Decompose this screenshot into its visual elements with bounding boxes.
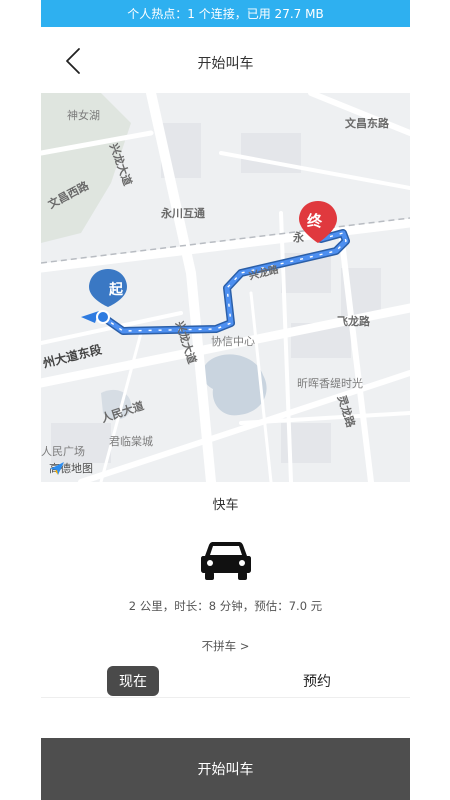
amap-logo: 高德地图: [49, 460, 93, 476]
map-label-shennvhu: 神女湖: [67, 109, 100, 122]
location-arrow-icon: [81, 310, 110, 324]
start-ride-button[interactable]: 开始叫车: [41, 738, 410, 800]
header: 开始叫车: [41, 27, 410, 93]
map-label-feilong-road: 飞龙路: [337, 315, 370, 328]
trip-info: 2 公里，时长：8 分钟，预估：7.0 元: [128, 599, 323, 613]
map-label-yong: 永: [293, 231, 304, 244]
app-frame: 个人热点：1 个连接，已用 27.7 MB 开始叫车 起 终 神女湖 文昌东路 …: [41, 0, 410, 800]
time-tabs: 现在 预约: [41, 664, 410, 698]
map-label-xinhui: 昕晖香缇时光: [297, 377, 363, 390]
hotspot-status-bar: 个人热点：1 个连接，已用 27.7 MB: [41, 0, 410, 27]
map-label-renmin-square: 人民广场: [41, 445, 85, 458]
end-marker-label: 终: [307, 212, 323, 230]
tab-reserve[interactable]: 预约: [291, 666, 343, 696]
hotspot-text: 个人热点：1 个连接，已用 27.7 MB: [127, 7, 324, 21]
tab-now[interactable]: 现在: [107, 666, 159, 696]
page-title: 开始叫车: [197, 56, 254, 72]
map-label-xiexin-center: 协信中心: [211, 335, 255, 348]
map-label-wenchang-east: 文昌东路: [345, 117, 389, 130]
route-map[interactable]: 起 终 神女湖 文昌东路 文昌西路 兴龙大道 永川互通 永 兴龙路 飞龙路 兴龙…: [41, 93, 410, 482]
carpool-option[interactable]: 不拼车 >: [41, 638, 410, 654]
car-icon: [201, 542, 251, 580]
amap-logo-icon: [50, 462, 64, 475]
start-marker-label: 起: [109, 282, 123, 298]
car-type-label: 快车: [212, 498, 239, 513]
map-label-yongchuan-interchange: 永川互通: [161, 207, 205, 220]
map-label-junlin: 君临棠城: [109, 435, 153, 448]
